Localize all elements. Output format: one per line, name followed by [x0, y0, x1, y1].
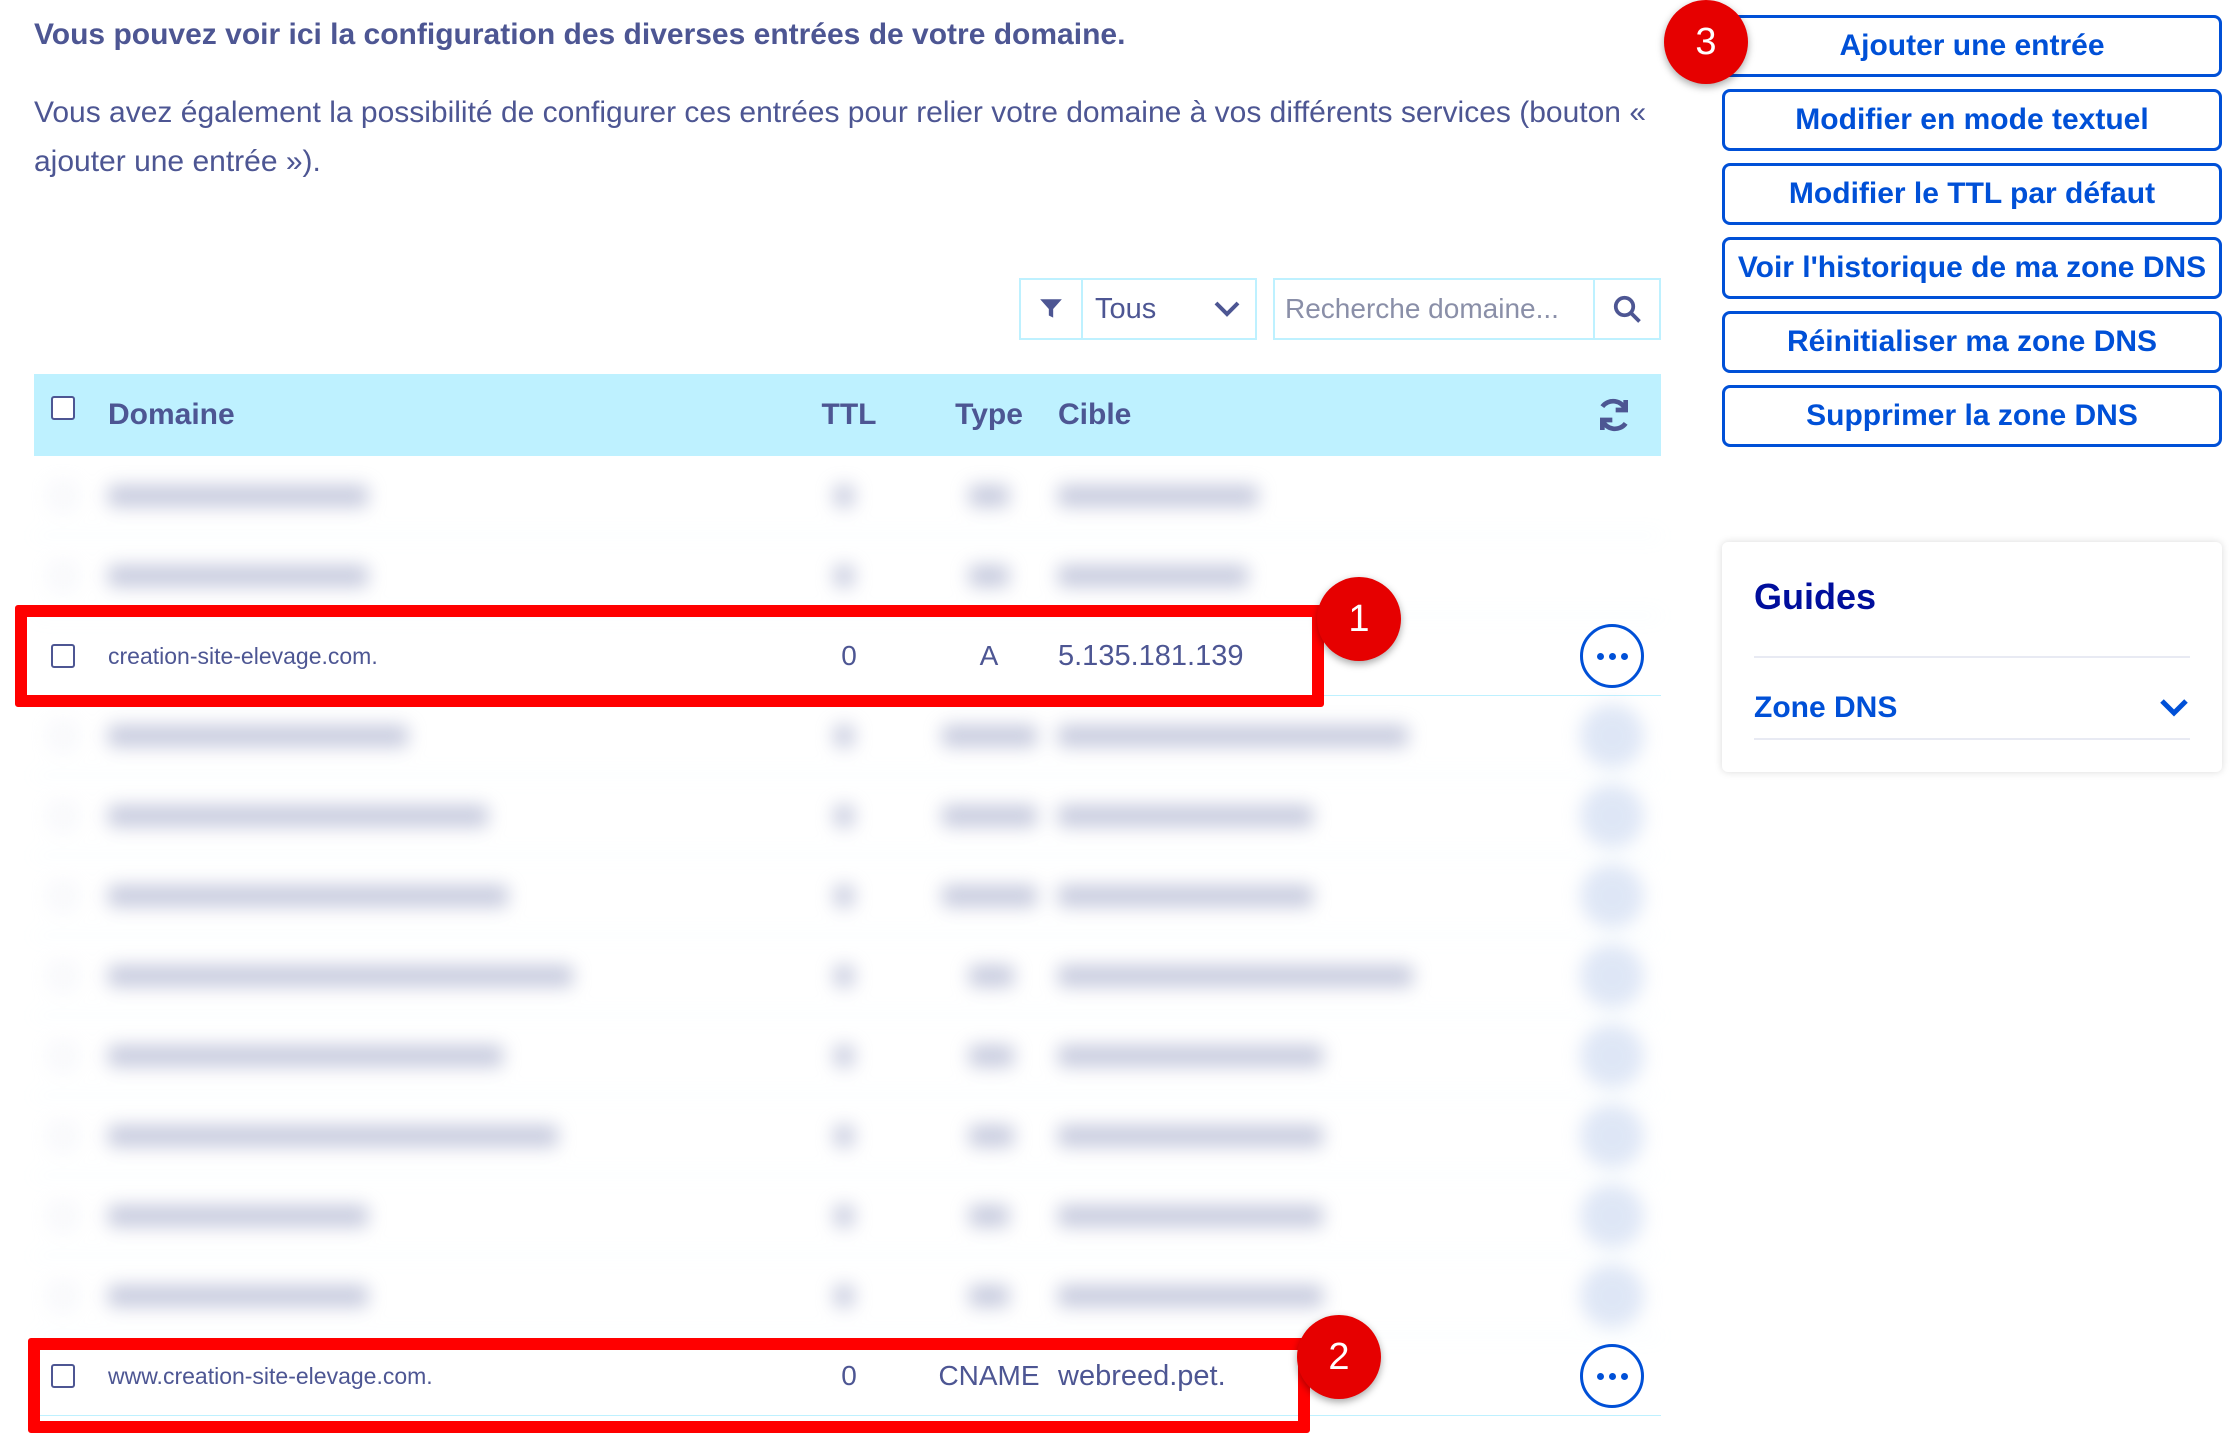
annotation-badge-3: 3 [1664, 0, 1748, 84]
search-box [1273, 278, 1661, 340]
row-actions-button[interactable] [1580, 624, 1644, 688]
select-all-checkbox[interactable] [51, 396, 75, 420]
row-checkbox[interactable] [51, 564, 75, 588]
funnel-icon [1021, 280, 1083, 338]
table-row [34, 776, 1661, 856]
table-row [34, 936, 1661, 1016]
intro-paragraph: Vous avez également la possibilité de co… [34, 88, 1666, 186]
edit-default-ttl-button[interactable]: Modifier le TTL par défaut [1722, 163, 2222, 225]
intro-line-2: ajouter une entrée »). [34, 145, 321, 178]
guides-item-zone-dns[interactable]: Zone DNS [1754, 678, 2190, 738]
refresh-icon[interactable] [1594, 395, 1634, 435]
table-row [34, 1256, 1661, 1336]
type-filter[interactable]: Tous [1019, 278, 1257, 340]
table-row [34, 1016, 1661, 1096]
row-checkbox[interactable] [51, 1204, 75, 1228]
annotation-badge-1: 1 [1317, 577, 1401, 661]
reset-zone-button[interactable]: Réinitialiser ma zone DNS [1722, 311, 2222, 373]
edit-text-mode-button[interactable]: Modifier en mode textuel [1722, 89, 2222, 151]
header-type[interactable]: Type [894, 374, 1084, 456]
header-domain[interactable]: Domaine [108, 374, 235, 456]
guides-item-label: Zone DNS [1754, 691, 1898, 724]
guides-panel: Guides Zone DNS [1722, 542, 2222, 772]
chevron-down-icon [1199, 300, 1255, 318]
chevron-down-icon [2160, 699, 2188, 717]
search-input[interactable] [1275, 280, 1593, 338]
header-ttl[interactable]: TTL [804, 374, 894, 456]
table-row [34, 536, 1661, 616]
row-checkbox[interactable] [51, 884, 75, 908]
intro-heading: Vous pouvez voir ici la configuration de… [34, 18, 1126, 51]
search-button[interactable] [1593, 280, 1659, 338]
guides-title: Guides [1754, 576, 1877, 617]
filter-value: Tous [1095, 292, 1157, 325]
divider [1754, 738, 2190, 740]
row-checkbox[interactable] [51, 484, 75, 508]
row-checkbox[interactable] [51, 1044, 75, 1068]
table-row [34, 856, 1661, 936]
highlight-box-1 [15, 605, 1324, 707]
annotation-badge-2: 2 [1297, 1315, 1381, 1399]
highlight-box-2 [28, 1338, 1310, 1433]
table-header: Domaine TTL Type Cible [34, 374, 1661, 456]
header-target[interactable]: Cible [1058, 374, 1131, 456]
add-entry-button[interactable]: Ajouter une entrée [1722, 15, 2222, 77]
divider [1754, 656, 2190, 658]
row-checkbox[interactable] [51, 724, 75, 748]
table-row [34, 1096, 1661, 1176]
row-checkbox[interactable] [51, 1284, 75, 1308]
row-actions-button[interactable] [1580, 1344, 1644, 1408]
search-icon [1613, 295, 1641, 323]
table-row [34, 456, 1661, 536]
intro-line-1: Vous avez également la possibilité de co… [34, 96, 1647, 129]
row-checkbox[interactable] [51, 804, 75, 828]
row-checkbox[interactable] [51, 964, 75, 988]
table-row [34, 1176, 1661, 1256]
delete-zone-button[interactable]: Supprimer la zone DNS [1722, 385, 2222, 447]
view-history-button[interactable]: Voir l'historique de ma zone DNS [1722, 237, 2222, 299]
row-checkbox[interactable] [51, 1124, 75, 1148]
table-row [34, 696, 1661, 776]
